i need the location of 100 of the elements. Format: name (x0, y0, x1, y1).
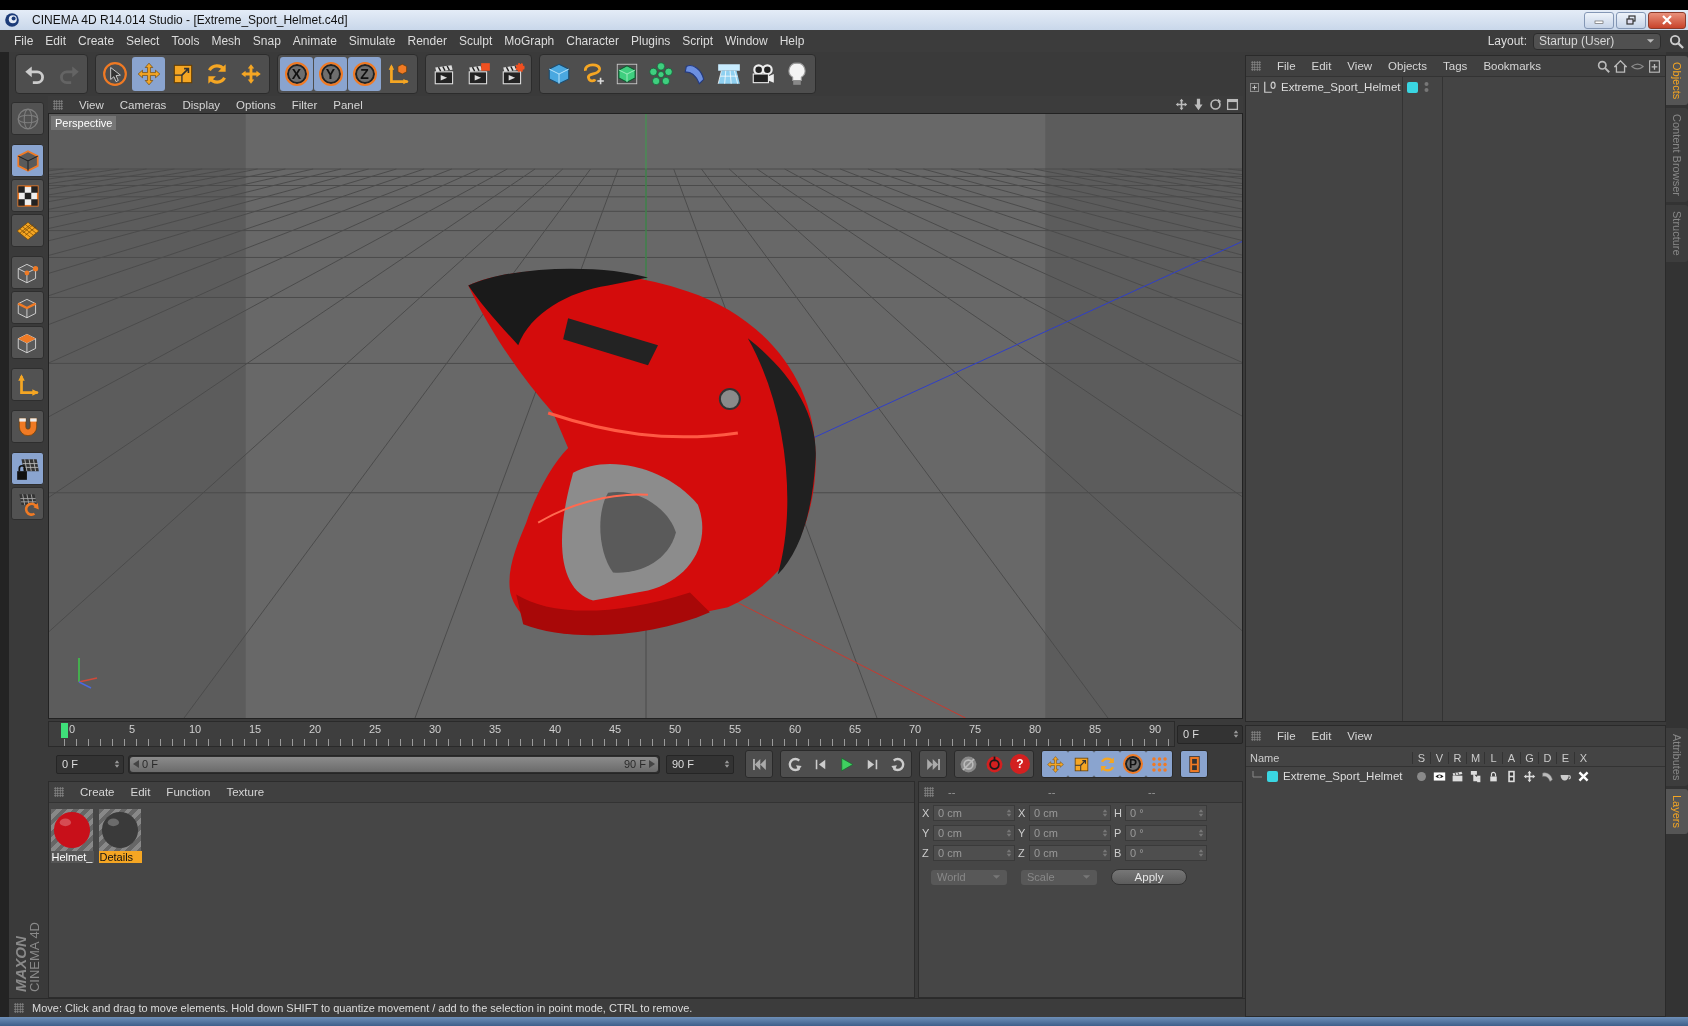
layer-name[interactable]: Extreme_Sport_Helmet (1283, 770, 1403, 782)
column-header[interactable]: V (1430, 752, 1448, 764)
menu-item[interactable]: Create (72, 31, 121, 51)
current-frame-field[interactable]: 0 F (1177, 724, 1243, 744)
search-icon[interactable] (1597, 59, 1610, 73)
bent-shape-icon[interactable] (1540, 769, 1554, 783)
menu-item[interactable]: Filter (283, 96, 326, 113)
search-icon[interactable] (1669, 33, 1684, 49)
lock-workplane-button[interactable] (11, 452, 44, 485)
column-header[interactable]: A (1502, 752, 1520, 764)
home-icon[interactable] (1614, 59, 1627, 73)
axis-lock-button[interactable]: Z (348, 57, 381, 91)
menu-item[interactable]: Help (773, 31, 811, 51)
object-name[interactable]: Extreme_Sport_Helmet (1281, 81, 1401, 93)
menu-item[interactable]: Edit (122, 784, 159, 800)
menu-item[interactable]: Mesh (205, 31, 247, 51)
menu-item[interactable]: Script (676, 31, 719, 51)
restore-button[interactable] (1616, 11, 1646, 29)
material-swatch[interactable]: Helmet_ (51, 809, 93, 863)
menu-item[interactable]: Bookmarks (1475, 58, 1549, 74)
column-header[interactable]: S (1412, 752, 1430, 764)
menu-item[interactable]: Sculpt (452, 31, 499, 51)
axis-lock-button[interactable]: X (280, 57, 313, 91)
eye-icon[interactable] (1432, 769, 1446, 783)
column-header[interactable]: D (1538, 752, 1556, 764)
workplane-align-button[interactable] (11, 487, 44, 520)
axis-mode-button[interactable] (11, 368, 44, 401)
menu-item[interactable]: Window (719, 31, 774, 51)
zoom-view-icon[interactable] (1192, 98, 1205, 111)
timeline-button[interactable] (1181, 751, 1207, 777)
menu-item[interactable]: Render (401, 31, 453, 51)
layout-dropdown[interactable]: Startup (User) (1533, 32, 1661, 50)
side-tab[interactable]: Objects (1666, 56, 1688, 106)
menu-item[interactable]: Select (120, 31, 166, 51)
menu-item[interactable]: File (1269, 58, 1304, 74)
menu-item[interactable]: File (1269, 728, 1304, 744)
column-header[interactable]: R (1448, 752, 1466, 764)
solo-dot-icon[interactable] (1414, 769, 1428, 783)
column-header[interactable]: M (1466, 752, 1484, 764)
column-header[interactable]: G (1520, 752, 1538, 764)
rotate-view-icon[interactable] (1209, 98, 1222, 111)
menu-item[interactable]: Panel (325, 96, 371, 113)
column-header[interactable]: Name (1246, 752, 1412, 764)
visibility-dots-icon[interactable] (1424, 81, 1429, 93)
menu-item[interactable]: Character (560, 31, 625, 51)
menu-item[interactable]: Edit (39, 31, 73, 51)
minimize-button[interactable] (1584, 11, 1614, 29)
menu-item[interactable]: Options (228, 96, 284, 113)
new-window-icon[interactable] (1648, 59, 1661, 73)
menu-item[interactable]: Cameras (111, 96, 175, 113)
menu-item[interactable]: MoGraph (498, 31, 561, 51)
model-mode-button[interactable] (11, 144, 44, 177)
expand-icon[interactable] (1250, 82, 1259, 92)
column-header[interactable]: L (1484, 752, 1502, 764)
key-parameter-button[interactable]: P (1120, 751, 1146, 777)
playhead-marker[interactable] (61, 723, 68, 738)
menu-item[interactable]: Simulate (342, 31, 402, 51)
timeline-ruler[interactable]: 0 5 10 15 20 25 30 35 40 45 50 55 60 65 70 75 80 85 90 (48, 721, 1175, 747)
menu-item[interactable]: View (1339, 58, 1381, 74)
menu-item[interactable]: File (8, 31, 40, 51)
edges-mode-button[interactable] (11, 291, 44, 324)
column-header[interactable]: E (1556, 752, 1574, 764)
four-arrows-icon[interactable] (1522, 769, 1536, 783)
menu-item[interactable]: Objects (1380, 58, 1436, 74)
points-mode-button[interactable] (11, 256, 44, 289)
maximize-view-icon[interactable] (1226, 98, 1239, 111)
workplane-mode-button[interactable] (11, 214, 44, 247)
end-frame-field[interactable]: 90 F (666, 754, 734, 774)
viewport-3d[interactable]: Perspective (48, 113, 1243, 719)
close-button[interactable] (1648, 11, 1686, 29)
menu-item[interactable]: View (1339, 728, 1381, 744)
menu-item[interactable]: Create (72, 784, 123, 800)
menu-item[interactable]: Edit (1303, 728, 1340, 744)
material-swatch[interactable]: Details (99, 809, 141, 863)
move-tool-button[interactable] (132, 57, 165, 91)
menu-item[interactable]: Function (158, 784, 219, 800)
column-header[interactable]: X (1574, 752, 1592, 764)
cross-icon[interactable] (1576, 769, 1590, 783)
menu-item[interactable]: Tags (1435, 58, 1476, 74)
menu-item[interactable]: Texture (218, 784, 273, 800)
pan-view-icon[interactable] (1175, 98, 1188, 111)
layer-color-icon[interactable] (1267, 770, 1278, 782)
polygons-mode-button[interactable] (11, 326, 44, 359)
apply-button[interactable]: Apply (1111, 869, 1187, 885)
texture-mode-button[interactable] (11, 179, 44, 212)
menu-item[interactable]: Animate (286, 31, 343, 51)
menu-item[interactable]: View (71, 96, 112, 113)
start-frame-field[interactable]: 0 F (56, 754, 124, 774)
menu-item[interactable]: Plugins (624, 31, 677, 51)
menu-item[interactable]: Tools (165, 31, 206, 51)
layer-color-icon[interactable] (1407, 81, 1418, 93)
clapperboard-icon[interactable] (1450, 769, 1464, 783)
snap-button[interactable] (11, 410, 44, 443)
axis-lock-button[interactable]: Y (314, 57, 347, 91)
frame-range-bar[interactable]: 0 F 90 F (130, 756, 658, 772)
menu-item[interactable]: Edit (1303, 58, 1340, 74)
menu-item[interactable]: Display (174, 96, 229, 113)
menu-item[interactable]: Snap (246, 31, 287, 51)
hierarchy-icon[interactable] (1468, 769, 1482, 783)
side-tab[interactable]: Layers (1666, 789, 1688, 835)
